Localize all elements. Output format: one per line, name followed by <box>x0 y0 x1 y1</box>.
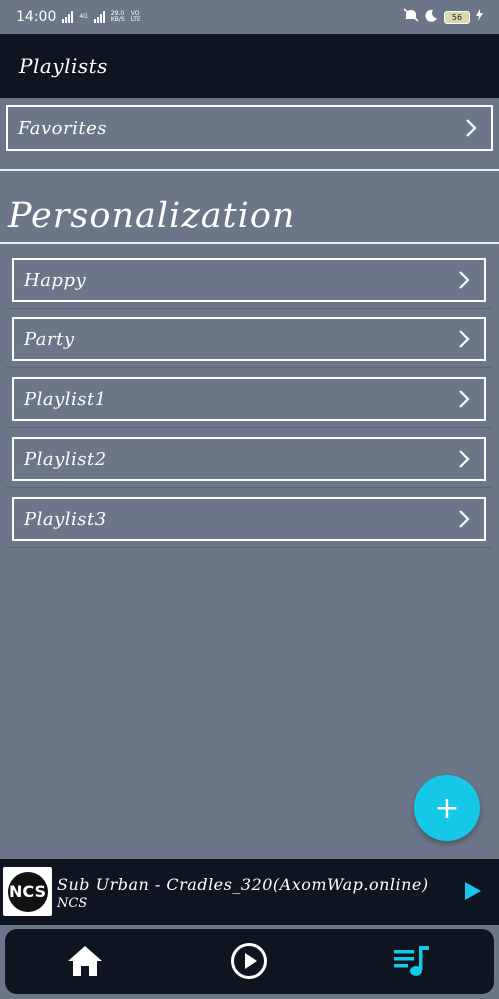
status-bar: 14:00 4G 29.0 KB/S VO LTE 56 <box>0 0 499 34</box>
list-separator <box>6 427 491 428</box>
chevron-right-icon <box>456 388 472 410</box>
app-bar: Playlists <box>0 34 499 98</box>
list-separator <box>6 308 491 309</box>
now-playing-bar[interactable]: NCS Sub Urban - Cradles_320(AxomWap.onli… <box>0 859 499 925</box>
playlist-item-playlist3[interactable]: Playlist3 <box>12 497 486 541</box>
status-time: 14:00 <box>16 9 57 25</box>
signal-icon-2 <box>93 11 105 23</box>
signal-icon <box>62 11 74 23</box>
favorites-item[interactable]: Favorites <box>6 105 493 151</box>
chevron-right-icon <box>456 269 472 291</box>
section-divider-top <box>0 169 499 171</box>
nav-player-button[interactable] <box>230 942 268 984</box>
section-title: Personalization <box>8 196 296 236</box>
moon-icon <box>425 9 438 26</box>
section-divider-bottom <box>0 242 499 244</box>
volte-indicator: VO LTE <box>131 11 141 23</box>
home-icon <box>66 944 104 982</box>
play-circle-icon <box>230 942 268 984</box>
playlist-item-happy[interactable]: Happy <box>12 258 486 302</box>
album-art-logo: NCS <box>7 871 48 912</box>
network-4g-label: 4G <box>79 13 88 20</box>
now-playing-title: Sub Urban - Cradles_320(AxomWap.online) <box>57 875 429 894</box>
playlist-label: Happy <box>24 269 87 291</box>
net-speed: 29.0 KB/S <box>111 11 125 23</box>
playlist-item-playlist1[interactable]: Playlist1 <box>12 377 486 421</box>
chevron-right-icon <box>456 448 472 470</box>
chevron-right-icon <box>456 328 472 350</box>
playlist-label: Party <box>24 328 75 350</box>
mute-icon <box>403 8 419 26</box>
playlist-item-party[interactable]: Party <box>12 317 486 361</box>
charging-icon <box>476 9 483 25</box>
plus-icon: + <box>434 790 460 826</box>
nav-home-button[interactable] <box>66 944 104 982</box>
net-speed-unit: KB/S <box>110 16 125 23</box>
list-separator <box>6 487 491 488</box>
add-playlist-button[interactable]: + <box>414 775 480 841</box>
play-icon[interactable] <box>460 879 484 903</box>
battery-icon: 56 <box>444 10 470 24</box>
playlist-label: Playlist1 <box>24 388 107 410</box>
favorites-label: Favorites <box>18 117 107 139</box>
volte-bottom: LTE <box>130 16 141 23</box>
playlist-icon <box>393 944 431 982</box>
status-left: 14:00 4G 29.0 KB/S VO LTE <box>16 9 141 25</box>
playlist-label: Playlist2 <box>24 448 107 470</box>
nav-playlists-button[interactable] <box>393 944 431 982</box>
page-title: Playlists <box>19 54 108 78</box>
chevron-right-icon <box>456 508 472 530</box>
album-art: NCS <box>3 867 52 916</box>
now-playing-artist: NCS <box>57 896 88 911</box>
list-separator <box>6 367 491 368</box>
playlist-item-playlist2[interactable]: Playlist2 <box>12 437 486 481</box>
list-separator <box>6 547 491 548</box>
chevron-right-icon <box>463 117 479 139</box>
playlist-label: Playlist3 <box>24 508 107 530</box>
status-right: 56 <box>403 8 483 26</box>
